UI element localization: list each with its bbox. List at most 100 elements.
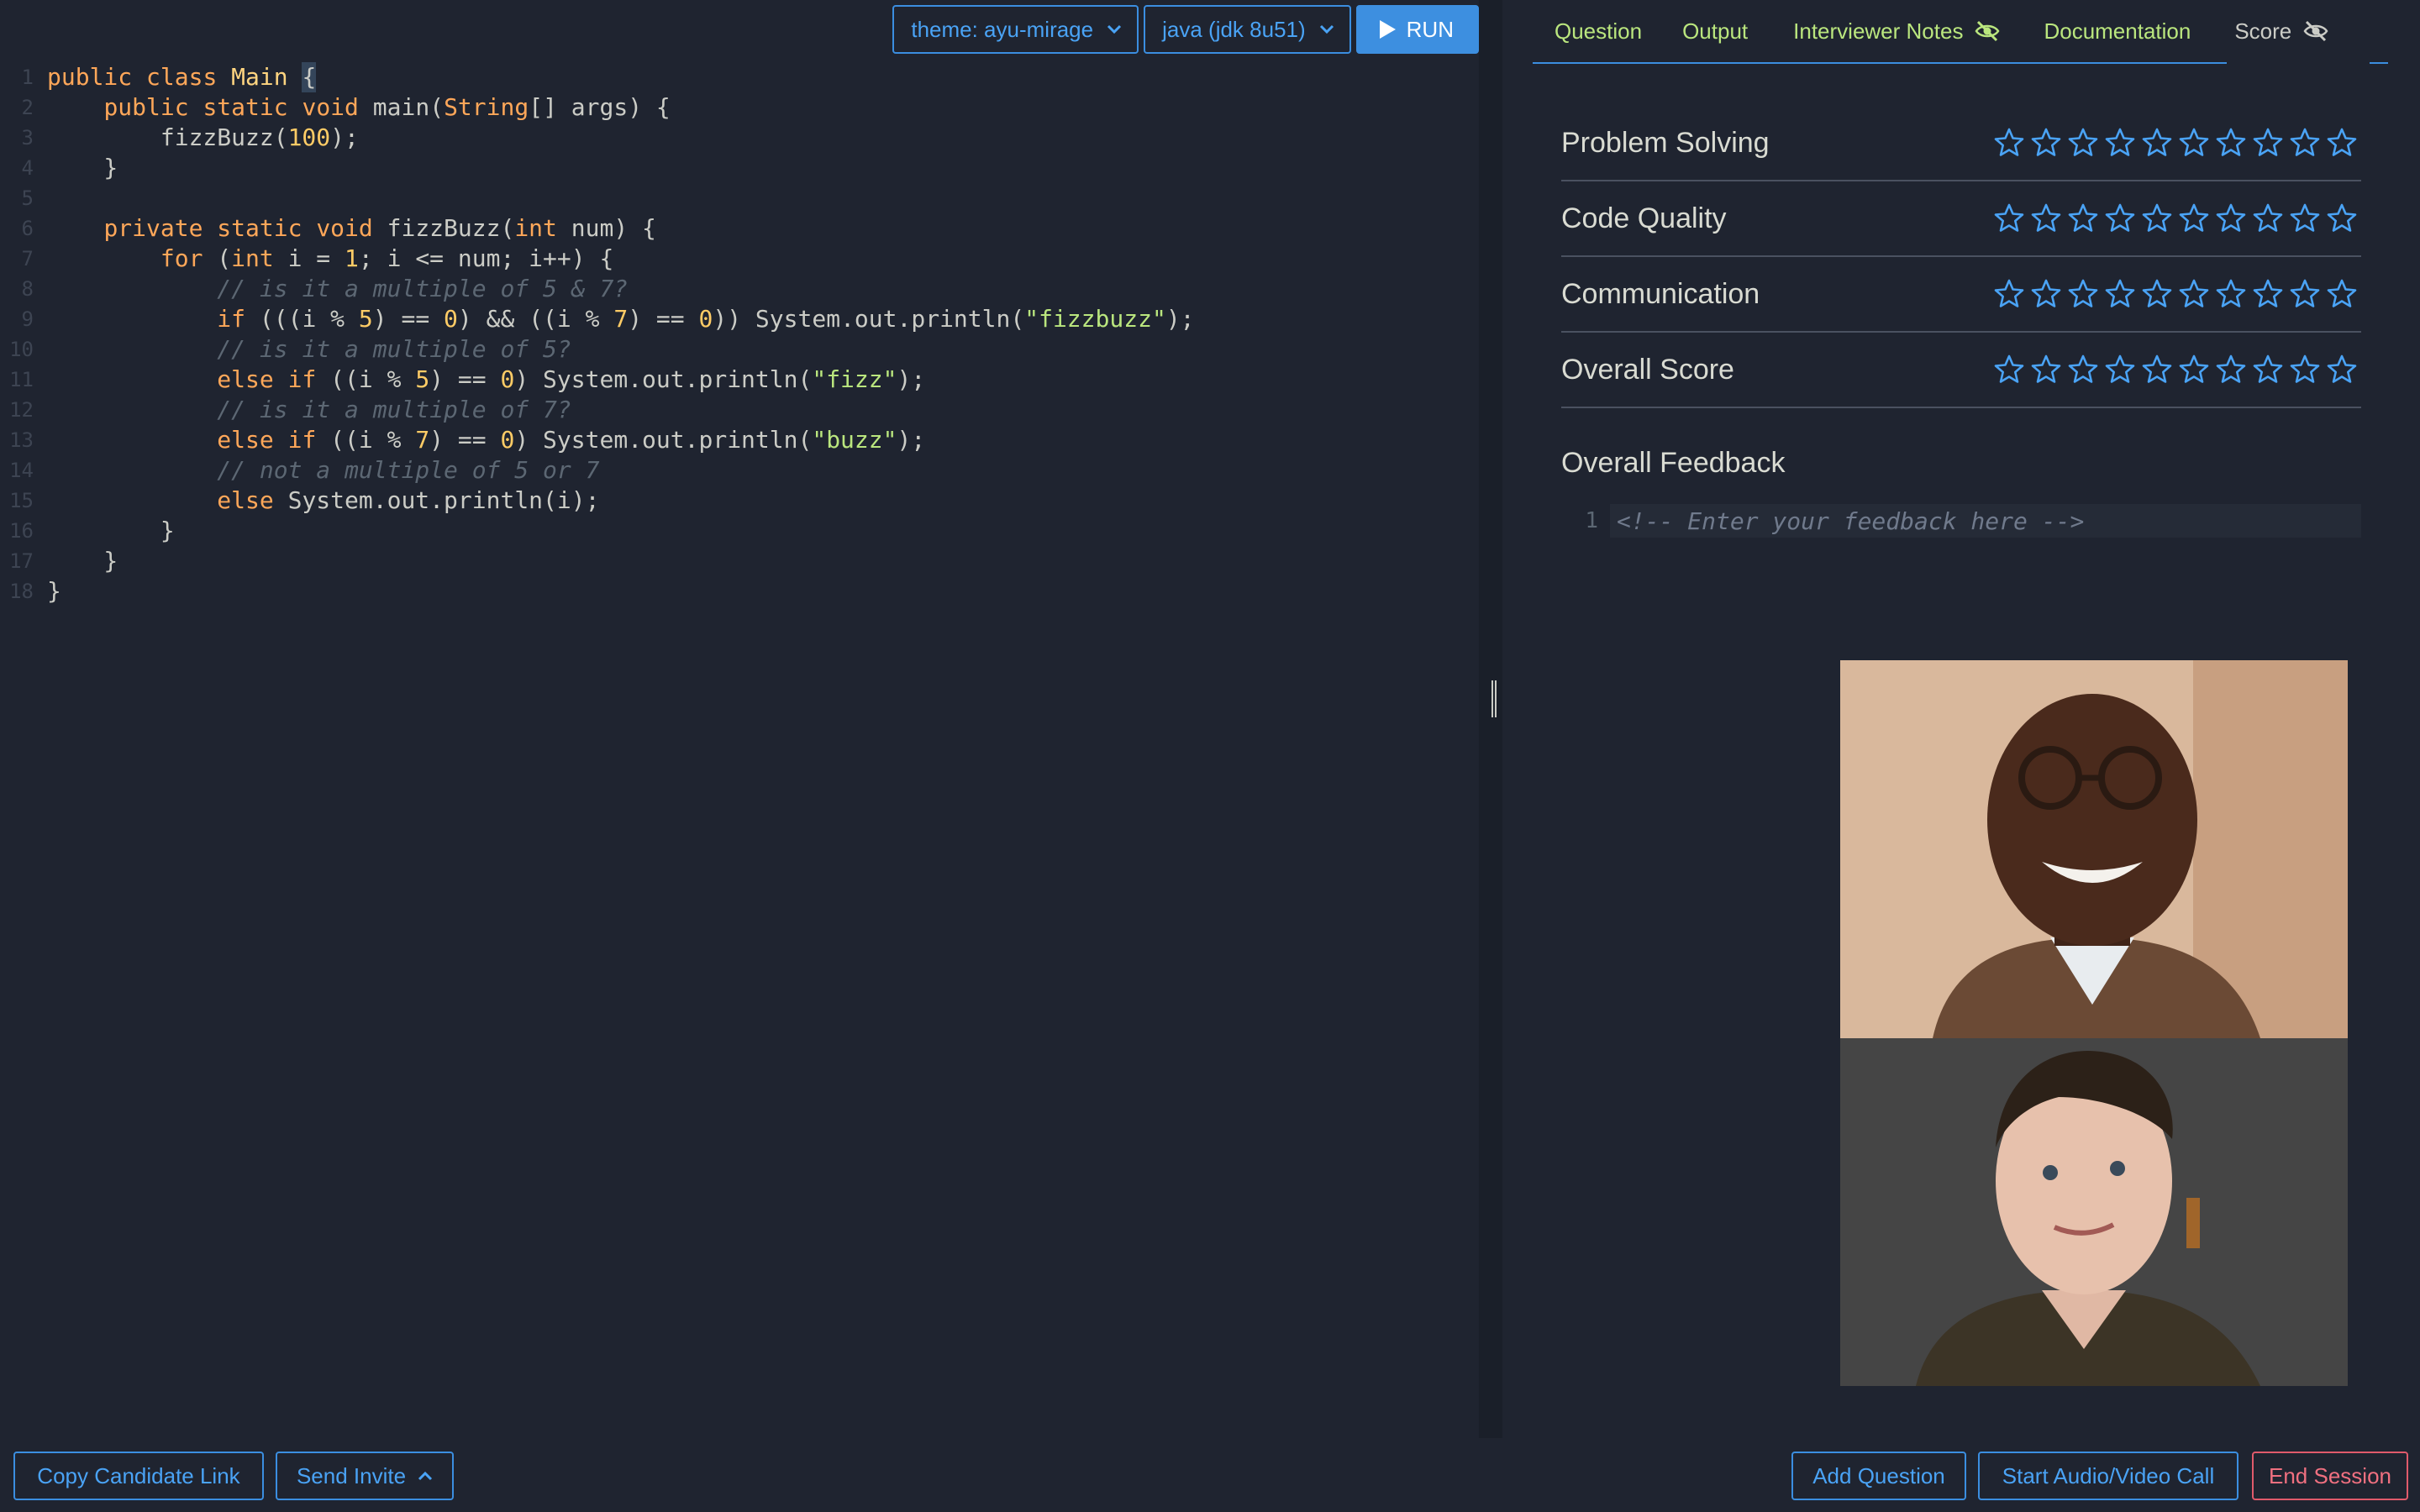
star-icon[interactable]	[2067, 278, 2099, 310]
code-line[interactable]: 4 }	[0, 153, 1479, 183]
star-icon[interactable]	[2252, 202, 2284, 234]
tab-interviewer-notes[interactable]: Interviewer Notes	[1793, 18, 2000, 45]
star-icon[interactable]	[2104, 127, 2136, 159]
score-label: Code Quality	[1561, 202, 1727, 234]
star-rating[interactable]	[1993, 127, 2358, 159]
star-icon[interactable]	[2104, 278, 2136, 310]
feedback-line-number: 1	[1585, 508, 1598, 533]
star-icon[interactable]	[2289, 354, 2321, 386]
add-question-button[interactable]: Add Question	[1791, 1452, 1966, 1500]
code-line[interactable]: 10 // is it a multiple of 5?	[0, 334, 1479, 365]
feedback-editor[interactable]: 1 <!-- Enter your feedback here -->	[1561, 504, 2361, 538]
code-line[interactable]: 16 }	[0, 516, 1479, 546]
code-token: 100	[287, 123, 331, 151]
star-rating[interactable]	[1993, 278, 2358, 310]
star-icon[interactable]	[2104, 202, 2136, 234]
star-icon[interactable]	[2030, 202, 2062, 234]
code-token: private	[103, 214, 218, 242]
tab-label: Documentation	[2044, 18, 2191, 44]
star-icon[interactable]	[2326, 354, 2358, 386]
code-line[interactable]: 8 // is it a multiple of 5 & 7?	[0, 274, 1479, 304]
code-line[interactable]: 1 public class Main {	[0, 62, 1479, 92]
eye-slash-icon	[1975, 20, 2000, 42]
tab-question[interactable]: Question	[1555, 18, 1642, 45]
tab-output[interactable]: Output	[1682, 18, 1748, 45]
star-icon[interactable]	[2141, 354, 2173, 386]
tab-documentation[interactable]: Documentation	[2044, 18, 2191, 45]
star-icon[interactable]	[2067, 127, 2099, 159]
star-icon[interactable]	[1993, 202, 2025, 234]
tab-score[interactable]: Score	[2234, 18, 2328, 45]
code-line[interactable]: 9 if (((i % 5) == 0) && ((i % 7) == 0)) …	[0, 304, 1479, 334]
code-line[interactable]: 11 else if ((i % 5) == 0) System.out.pri…	[0, 365, 1479, 395]
star-icon[interactable]	[2178, 354, 2210, 386]
video-call-panel	[1840, 660, 2348, 1386]
star-rating[interactable]	[1993, 202, 2358, 234]
code-line[interactable]: 5	[0, 183, 1479, 213]
chevron-up-icon	[418, 1471, 433, 1481]
star-icon[interactable]	[1993, 354, 2025, 386]
star-icon[interactable]	[2326, 202, 2358, 234]
star-icon[interactable]	[2030, 127, 2062, 159]
star-rating[interactable]	[1993, 354, 2358, 386]
star-icon[interactable]	[2326, 127, 2358, 159]
code-token: );	[897, 426, 926, 454]
star-icon[interactable]	[2289, 127, 2321, 159]
code-line[interactable]: 15 else System.out.println(i);	[0, 486, 1479, 516]
start-audio-video-call-button[interactable]: Start Audio/Video Call	[1978, 1452, 2238, 1500]
run-button[interactable]: RUN	[1355, 5, 1479, 54]
star-icon[interactable]	[2067, 354, 2099, 386]
code-line[interactable]: 3 fizzBuzz(100);	[0, 123, 1479, 153]
code-line[interactable]: 2 public static void main(String[] args)…	[0, 92, 1479, 123]
star-icon[interactable]	[2252, 354, 2284, 386]
code-token: "fizz"	[812, 365, 897, 393]
code-lines[interactable]: 1 public class Main {2 public static void…	[0, 62, 1479, 606]
star-icon[interactable]	[2178, 127, 2210, 159]
code-editor[interactable]: theme: ayu-mirage java (jdk 8u51) RUN 1p…	[0, 0, 1479, 1438]
star-icon[interactable]	[2030, 278, 2062, 310]
code-token: System.out.println(i);	[287, 486, 600, 514]
star-icon[interactable]	[2067, 202, 2099, 234]
star-icon[interactable]	[2289, 278, 2321, 310]
language-select[interactable]: java (jdk 8u51)	[1144, 5, 1351, 54]
line-number: 9	[21, 307, 34, 331]
star-icon[interactable]	[2141, 278, 2173, 310]
code-line[interactable]: 17 }	[0, 546, 1479, 576]
star-icon[interactable]	[2030, 354, 2062, 386]
code-line[interactable]: 7 for (int i = 1; i <= num; i++) {	[0, 244, 1479, 274]
star-icon[interactable]	[1993, 127, 2025, 159]
code-token: }	[47, 577, 61, 605]
star-icon[interactable]	[2215, 278, 2247, 310]
send-invite-button[interactable]: Send Invite	[276, 1452, 454, 1500]
star-icon[interactable]	[2178, 202, 2210, 234]
code-token: 0	[500, 365, 515, 393]
code-line[interactable]: 14 // not a multiple of 5 or 7	[0, 455, 1479, 486]
end-session-button[interactable]: End Session	[2252, 1452, 2408, 1500]
star-icon[interactable]	[2252, 127, 2284, 159]
star-icon[interactable]	[1993, 278, 2025, 310]
code-line[interactable]: 13 else if ((i % 7) == 0) System.out.pri…	[0, 425, 1479, 455]
feedback-input[interactable]: <!-- Enter your feedback here -->	[1610, 504, 2361, 538]
copy-candidate-link-button[interactable]: Copy Candidate Link	[13, 1452, 264, 1500]
star-icon[interactable]	[2141, 127, 2173, 159]
code-token: }	[47, 517, 175, 544]
star-icon[interactable]	[2178, 278, 2210, 310]
star-icon[interactable]	[2215, 127, 2247, 159]
pane-divider[interactable]	[1479, 0, 1502, 1438]
star-icon[interactable]	[2215, 354, 2247, 386]
star-icon[interactable]	[2289, 202, 2321, 234]
line-number: 12	[9, 398, 34, 422]
star-icon[interactable]	[2326, 278, 2358, 310]
drag-handle-icon[interactable]	[1491, 680, 1497, 717]
theme-select[interactable]: theme: ayu-mirage	[892, 5, 1139, 54]
star-icon[interactable]	[2141, 202, 2173, 234]
code-line[interactable]: 18}	[0, 576, 1479, 606]
star-icon[interactable]	[2252, 278, 2284, 310]
star-icon[interactable]	[2104, 354, 2136, 386]
code-line[interactable]: 12 // is it a multiple of 7?	[0, 395, 1479, 425]
code-line[interactable]: 6 private static void fizzBuzz(int num) …	[0, 213, 1479, 244]
star-icon[interactable]	[2215, 202, 2247, 234]
code-token: else if	[217, 426, 331, 454]
score-row: Communication	[1561, 257, 2361, 333]
